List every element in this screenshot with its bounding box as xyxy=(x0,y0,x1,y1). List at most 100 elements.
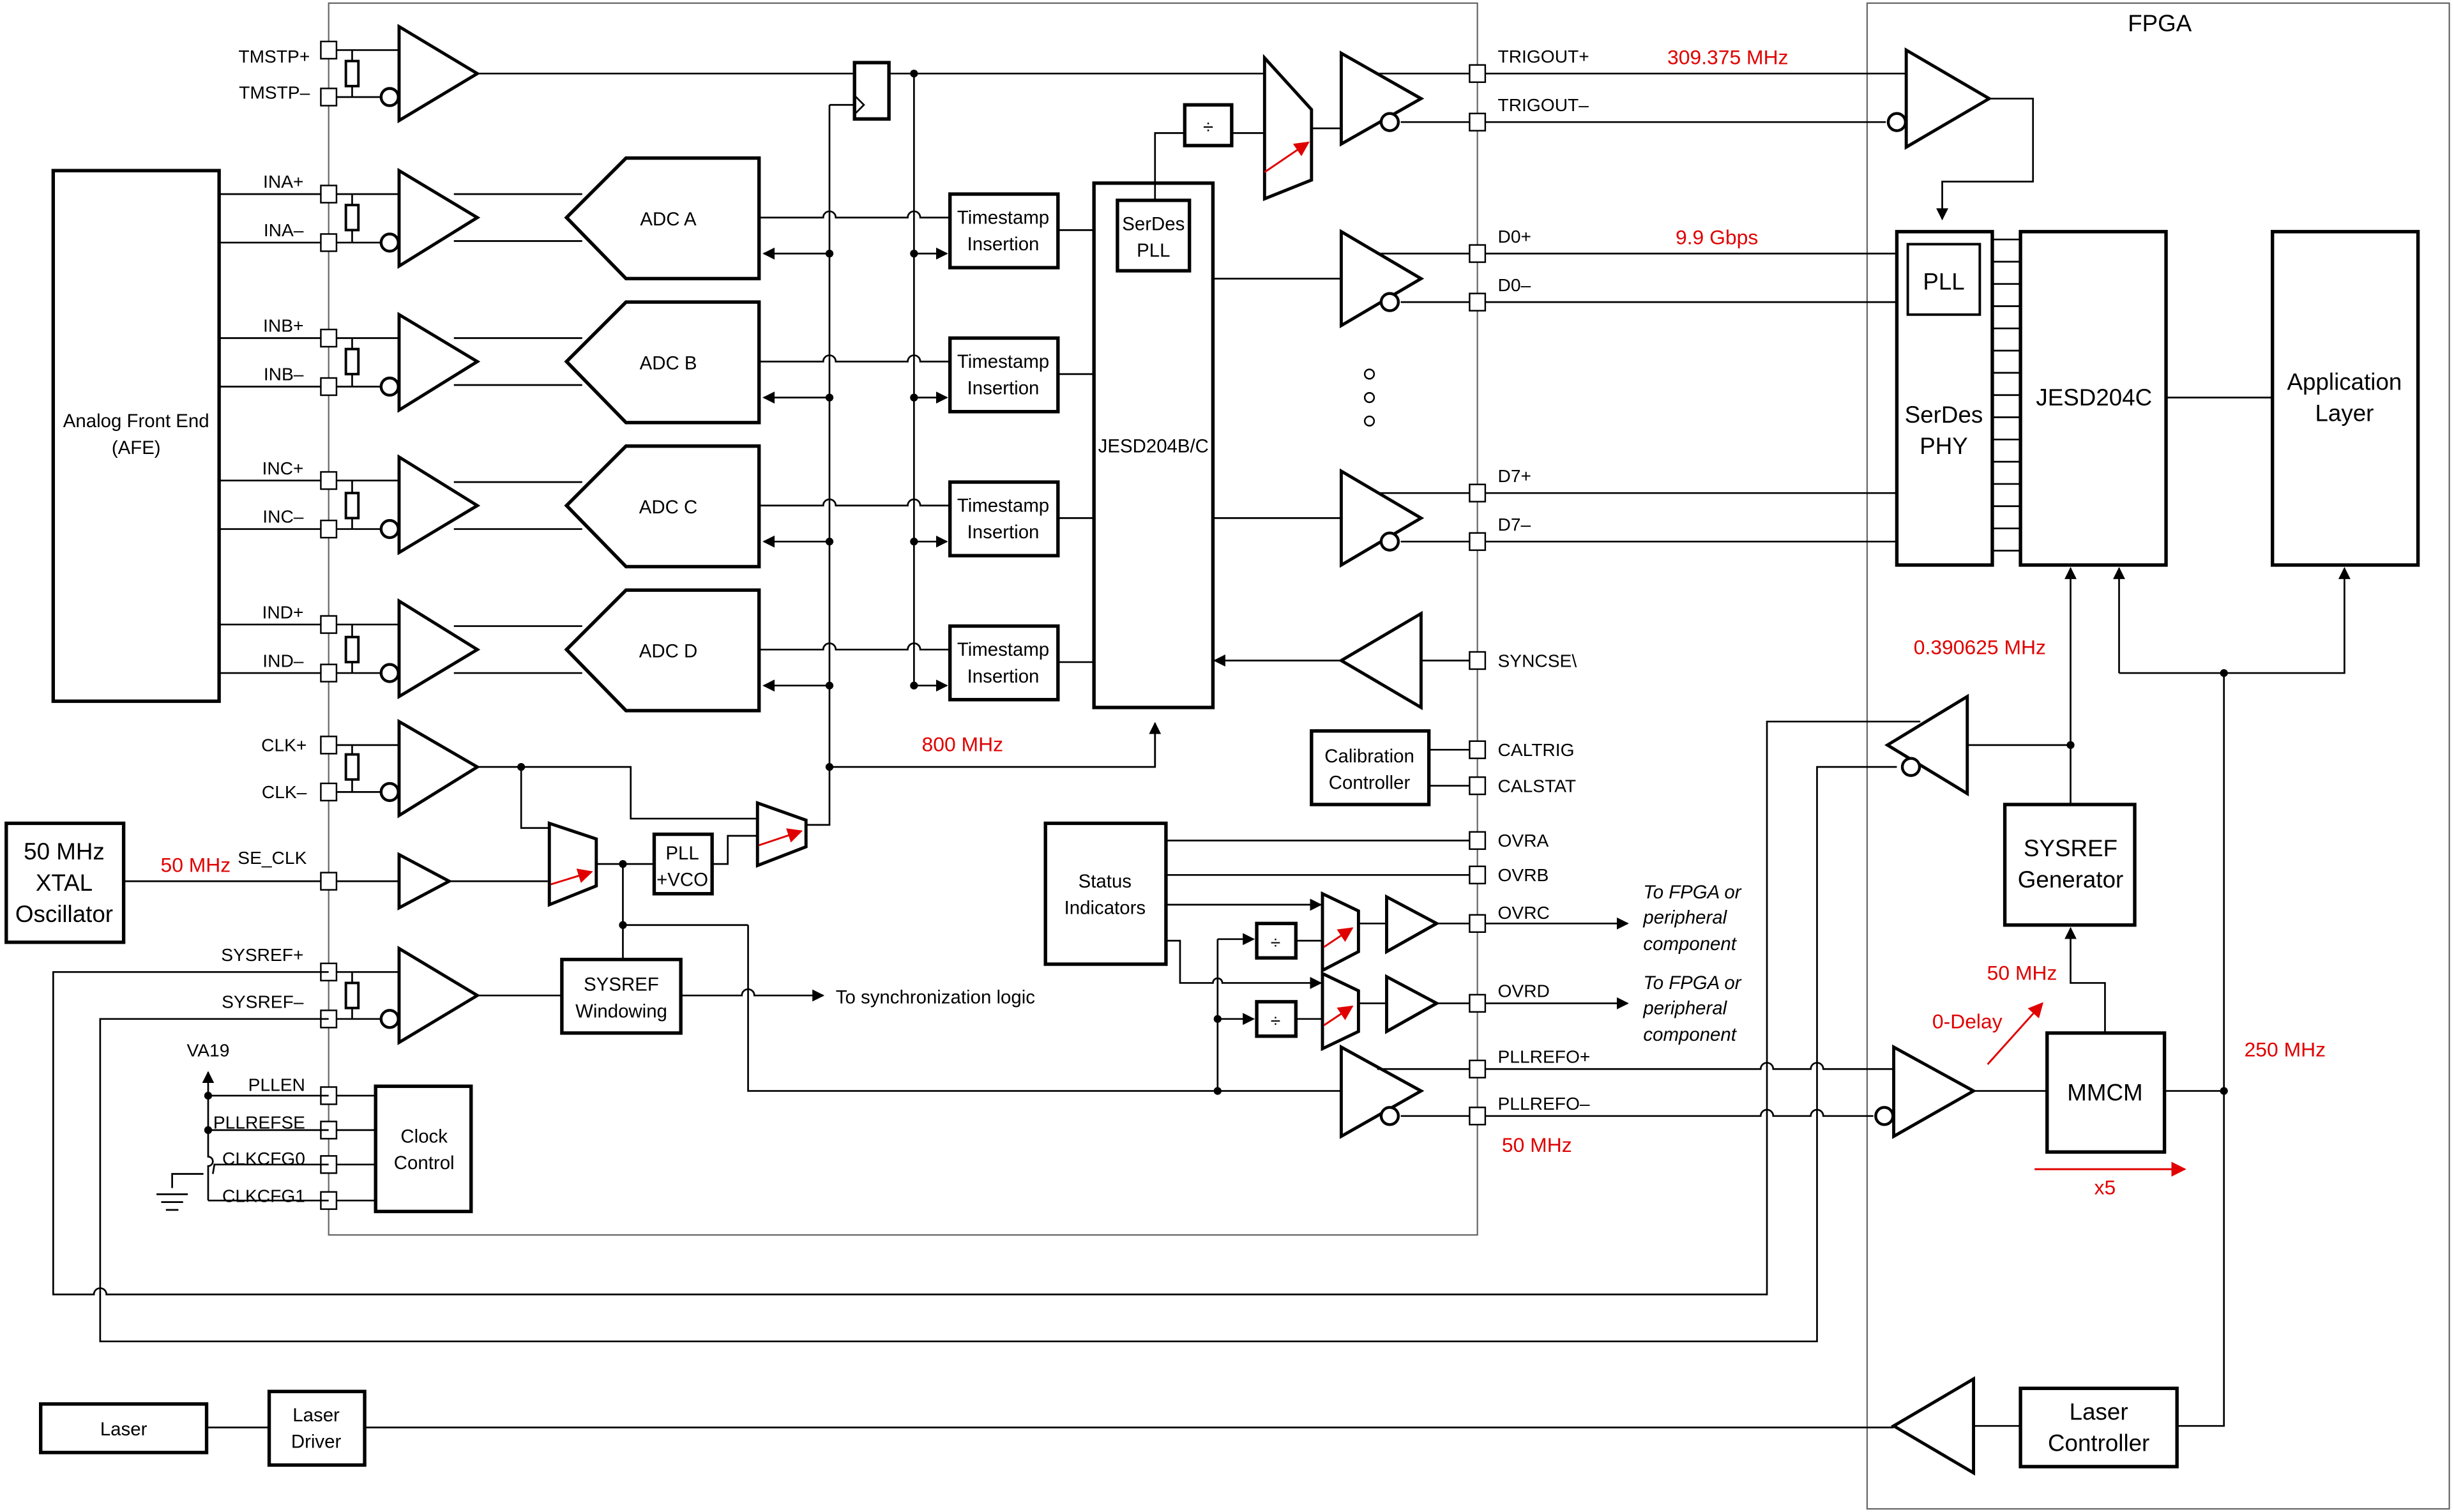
tsi-label-2: Insertion xyxy=(967,378,1040,399)
pin-label-pllen: PLLEN xyxy=(248,1075,305,1095)
pin-label-ind-p: IND+ xyxy=(262,601,304,622)
pin-pad xyxy=(320,87,338,107)
note-ovrd-1: To FPGA or xyxy=(1643,972,1741,994)
timestamp-insertion-block: Timestamp Insertion xyxy=(948,336,1094,414)
pin-pad xyxy=(1469,865,1487,885)
pin-pad xyxy=(1469,483,1487,503)
application-layer-block[interactable]: Application Layer xyxy=(2271,230,2420,567)
tsi-label: Timestamp xyxy=(957,495,1049,517)
note-ovrc-1: To FPGA or xyxy=(1643,882,1741,903)
clock-path: PLL +VCO xyxy=(477,763,831,960)
note-ovrc-2: peripheral xyxy=(1642,907,1727,928)
pin-label-trigout-p: TRIGOUT+ xyxy=(1498,46,1589,66)
jesd204c-rx-block[interactable]: JESD204C xyxy=(2018,230,2168,567)
termination-resistor-icon xyxy=(344,492,360,520)
se-clk-buffer xyxy=(336,852,548,911)
sysref-generator-block[interactable]: SYSREF Generator xyxy=(2003,803,2137,927)
pin-pad xyxy=(1469,64,1487,83)
adc-output-wire xyxy=(759,354,950,363)
xtal-oscillator-block[interactable]: 50 MHz XTAL Oscillator xyxy=(4,821,126,944)
annotation-trigout-freq: 309.375 MHz xyxy=(1667,46,1788,69)
pin-label-pllrefo-p: PLLREFO+ xyxy=(1498,1046,1591,1066)
pin-pad xyxy=(1469,914,1487,934)
pin-label-pllrefo-n: PLLREFO– xyxy=(1498,1093,1590,1114)
sysref-windowing-block[interactable]: SYSREF Windowing xyxy=(477,957,683,1035)
pin-label-ind-n: IND– xyxy=(262,650,304,670)
sync-logic-label: To synchronization logic xyxy=(836,987,1035,1008)
adc-blocks: ADC A ADC B ADC C ADC D xyxy=(453,156,950,713)
laser-block[interactable]: Laser xyxy=(39,1402,209,1455)
note-ovrd-3: component xyxy=(1643,1024,1737,1045)
pin-pad xyxy=(1469,1107,1487,1126)
annotation-sysref-freq: 0.390625 MHz xyxy=(1914,636,2046,659)
calibration-controller-block[interactable]: Calibration Controller xyxy=(1310,729,1470,806)
pin-pad xyxy=(320,872,338,891)
analog-front-end-block[interactable]: Analog Front End (AFE) xyxy=(51,169,221,703)
inversion-bubble-icon xyxy=(379,1009,400,1029)
annotation-mmcm-out-freq: 250 MHz xyxy=(2245,1038,2326,1061)
pll-label: PLL xyxy=(665,843,699,864)
status-indicators-block[interactable]: Status Indicators xyxy=(1043,821,1168,966)
clock-label: Clock xyxy=(400,1126,448,1147)
pin-pad xyxy=(320,185,338,204)
tsi-label-2: Insertion xyxy=(967,522,1040,543)
divider-ovrc: ÷ xyxy=(1271,932,1280,953)
windowing-label: Windowing xyxy=(575,1001,667,1022)
pin-label-inc-n: INC– xyxy=(262,506,304,527)
mmcm-to-sysref-wire xyxy=(2064,926,2106,1033)
pin-label-d0-p: D0+ xyxy=(1498,226,1531,246)
termination-resistor-icon xyxy=(344,753,360,781)
afe-label-abbr: (AFE) xyxy=(112,437,161,458)
buffer-triangle-icon xyxy=(397,718,481,819)
buffer-triangle-icon xyxy=(397,598,481,700)
fpga-sysref-path xyxy=(1884,566,2351,1427)
divider-symbol: ÷ xyxy=(1203,116,1213,137)
clock-control-block[interactable]: Clock Control xyxy=(336,1084,473,1214)
buffer-triangle-icon xyxy=(397,454,481,556)
adc-label: ADC B xyxy=(640,353,697,374)
pin-label-d7-p: D7+ xyxy=(1498,465,1531,486)
buffer-triangle-icon xyxy=(397,312,481,413)
fpga-pll-label: PLL xyxy=(1923,268,1964,294)
divider-ovrd: ÷ xyxy=(1271,1010,1280,1031)
pin-label-clkcfg1: CLKCFG1 xyxy=(222,1186,305,1206)
pin-pad xyxy=(320,782,338,802)
tsi-box xyxy=(948,192,1060,269)
adc-output-wire xyxy=(759,642,950,651)
diff-receiver xyxy=(336,312,481,413)
pin-pad xyxy=(1469,1059,1487,1078)
phy-label: PHY xyxy=(1920,433,1968,459)
termination-resistor-icon xyxy=(344,981,360,1009)
oscillator-label: Oscillator xyxy=(15,901,113,927)
generator-label: Generator xyxy=(2018,866,2123,893)
pin-pad xyxy=(320,736,338,755)
laser-controller-block[interactable]: Laser Controller xyxy=(2018,1386,2179,1469)
pin-pad xyxy=(320,615,338,634)
calibration-label: Calibration xyxy=(1324,746,1414,767)
diff-receiver xyxy=(336,598,481,700)
pin-pad xyxy=(1469,244,1487,263)
adc-output-wire xyxy=(759,210,950,219)
timestamp-insertion-block: Timestamp Insertion xyxy=(948,480,1094,557)
system-block-diagram: FPGA Analog Front End (AFE) 50 MHz XTAL … xyxy=(4,2,2450,1510)
pin-pad xyxy=(1469,292,1487,312)
pin-label-tmstp-p: TMSTP+ xyxy=(238,46,310,66)
pin-label-trigout-n: TRIGOUT– xyxy=(1498,94,1589,115)
peripheral-notes: To FPGA or peripheral component To FPGA … xyxy=(1642,882,1741,1045)
tsi-label-2: Insertion xyxy=(967,234,1040,255)
timestamp-flip-flop xyxy=(477,61,1265,121)
pin-pad xyxy=(320,328,338,348)
mmcm-block[interactable]: MMCM xyxy=(2045,1031,2167,1154)
serdes-pll-block[interactable]: SerDes PLL xyxy=(1116,199,1192,273)
laser-label: Laser xyxy=(100,1419,148,1440)
inversion-bubble-icon xyxy=(379,87,400,107)
laser-driver-block[interactable]: Laser Driver xyxy=(267,1389,367,1467)
syncse-receiver xyxy=(1213,610,1470,711)
serdes-phy-block[interactable]: PLL SerDes PHY xyxy=(1895,230,1994,567)
pin-label-ovra: OVRA xyxy=(1498,830,1549,850)
annotation-pllrefo-freq: 50 MHz xyxy=(1502,1133,1572,1156)
buffer-triangle-icon xyxy=(397,24,481,124)
adc-label: ADC A xyxy=(640,209,697,230)
controller-label: Controller xyxy=(1329,772,1411,793)
inversion-bubble-icon xyxy=(379,232,400,253)
